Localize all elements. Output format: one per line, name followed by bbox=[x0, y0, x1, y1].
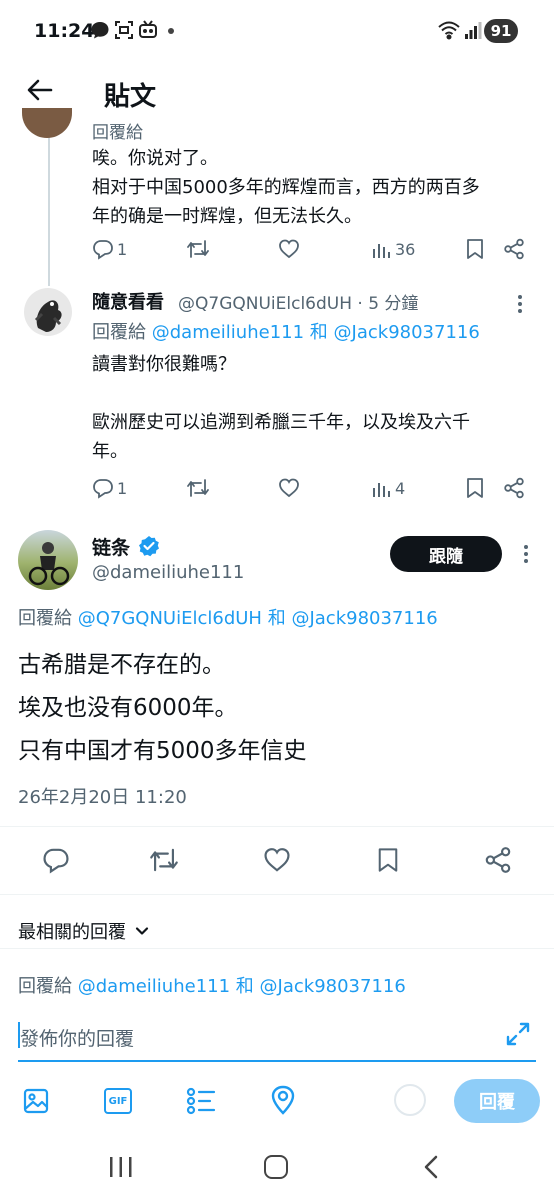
character-count-ring bbox=[394, 1084, 426, 1116]
reply-to-and: 和 bbox=[267, 608, 286, 629]
analytics-icon bbox=[370, 238, 392, 260]
share-icon[interactable] bbox=[503, 477, 525, 499]
partial-header: 回覆給 bbox=[92, 123, 143, 143]
tv-icon bbox=[138, 20, 158, 40]
analytics-icon bbox=[370, 477, 392, 499]
mention-link[interactable]: @dameiliuhe111 bbox=[152, 322, 304, 343]
expand-icon[interactable] bbox=[504, 1020, 532, 1048]
signal-icon bbox=[464, 20, 482, 40]
mention-link[interactable]: @Jack98037116 bbox=[334, 322, 480, 343]
tweet-line: 年。 bbox=[92, 441, 128, 462]
reply-to-and: 和 bbox=[309, 322, 328, 343]
tweet-line: 歐洲歷史可以追溯到希臘三千年，以及埃及六千 bbox=[92, 412, 470, 433]
tweet-line: 只有中国才有5000多年信史 bbox=[18, 738, 307, 764]
author-handle-time[interactable]: @Q7GQNUiElcl6dUH · 5 分鐘 bbox=[178, 289, 418, 314]
tweet-body: 讀書對你很難嗎？ 歐洲歷史可以追溯到希臘三千年，以及埃及六千 年。 bbox=[92, 350, 470, 466]
page-title: 貼文 bbox=[104, 82, 157, 112]
avatar[interactable] bbox=[24, 288, 72, 336]
status-time: 11:24 bbox=[34, 20, 95, 42]
retweet-icon[interactable] bbox=[148, 846, 180, 874]
battery-badge: 91 bbox=[484, 19, 518, 43]
chevron-down-icon bbox=[134, 923, 150, 939]
home-icon[interactable] bbox=[264, 1155, 288, 1179]
mention-link[interactable]: @Q7GQNUiElcl6dUH bbox=[78, 608, 262, 629]
more-vertical-icon[interactable] bbox=[516, 294, 524, 314]
message-icon bbox=[90, 20, 110, 40]
status-bar: 11:24 91 bbox=[0, 0, 554, 60]
author-name[interactable]: 链条 bbox=[92, 533, 130, 560]
reply-to-and: 和 bbox=[235, 976, 254, 997]
share-icon[interactable] bbox=[484, 846, 512, 874]
screenshot-icon bbox=[114, 20, 134, 40]
poll-icon[interactable] bbox=[186, 1087, 216, 1115]
reply-to-prefix: 回覆給 bbox=[92, 322, 146, 343]
retweet-icon[interactable] bbox=[186, 238, 210, 260]
reply-button[interactable]: 回覆 bbox=[454, 1079, 540, 1123]
composer-reply-to-line[interactable]: 回覆給 @dameiliuhe111 和 @Jack98037116 bbox=[18, 972, 406, 998]
bookmark-icon[interactable] bbox=[375, 846, 401, 874]
mention-link[interactable]: @Jack98037116 bbox=[291, 608, 437, 629]
reply-placeholder: 發佈你的回覆 bbox=[20, 1028, 135, 1050]
reply-action[interactable]: 1 bbox=[92, 238, 127, 260]
author-handle[interactable]: @dameiliuhe111 bbox=[92, 562, 244, 583]
gif-icon[interactable]: GIF bbox=[104, 1088, 132, 1114]
follow-button[interactable]: 跟隨 bbox=[390, 536, 502, 572]
tweet-line: 唉。你说对了。 bbox=[92, 148, 218, 169]
view-count: 36 bbox=[395, 239, 416, 259]
reply-to-line: 回覆給 @Q7GQNUiElcl6dUH 和 @Jack98037116 bbox=[18, 604, 438, 630]
reply-to-line: 回覆給 @dameiliuhe111 和 @Jack98037116 bbox=[92, 318, 480, 344]
retweet-icon[interactable] bbox=[186, 477, 210, 499]
like-icon[interactable] bbox=[278, 477, 300, 499]
back-arrow-icon[interactable] bbox=[26, 76, 54, 104]
main-tweet-body: 古希腊是不存在的。 埃及也没有6000年。 只有中国才有5000多年信史 bbox=[18, 644, 307, 773]
image-icon[interactable] bbox=[22, 1087, 50, 1115]
tweet-timestamp: 26年2月20日 11:20 bbox=[18, 787, 187, 808]
reply-tweet-1[interactable]: 回覆給 唉。你说对了。 相对于中国5000多年的辉煌而言，西方的两百多 年的确是… bbox=[0, 108, 554, 278]
tweet-line: 埃及也没有6000年。 bbox=[18, 695, 238, 721]
avatar[interactable] bbox=[22, 108, 72, 138]
reply-count: 1 bbox=[117, 239, 128, 259]
recent-apps-icon[interactable] bbox=[108, 1156, 134, 1178]
tweet-line: 讀書對你很難嗎？ bbox=[92, 354, 236, 375]
tweet-line: 古希腊是不存在的。 bbox=[18, 652, 225, 678]
reply-tweet-2[interactable]: 隨意看看 @Q7GQNUiElcl6dUH · 5 分鐘 回覆給 @dameil… bbox=[0, 278, 554, 510]
divider bbox=[0, 948, 554, 949]
reply-to-prefix: 回覆給 bbox=[18, 976, 72, 997]
reply-action[interactable]: 1 bbox=[92, 477, 127, 499]
bookmark-icon[interactable] bbox=[464, 477, 486, 499]
verified-badge-icon bbox=[138, 535, 160, 557]
tweet-line: 相对于中国5000多年的辉煌而言，西方的两百多 bbox=[92, 177, 480, 198]
wifi-icon bbox=[438, 20, 460, 40]
tweet-body: 唉。你说对了。 相对于中国5000多年的辉煌而言，西方的两百多 年的确是一时辉煌… bbox=[92, 144, 480, 231]
reply-icon bbox=[92, 477, 114, 499]
sort-label: 最相關的回覆 bbox=[18, 922, 126, 943]
top-bar: 貼文 bbox=[0, 60, 554, 128]
divider bbox=[0, 894, 554, 895]
bookmark-icon[interactable] bbox=[464, 238, 486, 260]
views-action[interactable]: 4 bbox=[370, 477, 405, 499]
author-name[interactable]: 隨意看看 bbox=[92, 288, 164, 314]
notification-dot-icon bbox=[168, 28, 174, 34]
views-action[interactable]: 36 bbox=[370, 238, 415, 260]
like-icon[interactable] bbox=[278, 238, 300, 260]
reply-to-prefix: 回覆給 bbox=[18, 608, 72, 629]
sort-dropdown[interactable]: 最相關的回覆 bbox=[18, 918, 150, 944]
view-count: 4 bbox=[395, 478, 406, 498]
reply-input[interactable]: 發佈你的回覆 bbox=[18, 1016, 536, 1062]
avatar[interactable] bbox=[18, 530, 78, 590]
reply-icon bbox=[92, 238, 114, 260]
location-pin-icon[interactable] bbox=[270, 1085, 296, 1115]
reply-icon[interactable] bbox=[42, 846, 70, 874]
mention-link[interactable]: @dameiliuhe111 bbox=[78, 976, 230, 997]
mention-link[interactable]: @Jack98037116 bbox=[260, 976, 406, 997]
more-vertical-icon[interactable] bbox=[522, 544, 530, 564]
tweet-line bbox=[92, 379, 470, 408]
divider bbox=[0, 826, 554, 827]
reply-count: 1 bbox=[117, 478, 128, 498]
back-nav-icon[interactable] bbox=[422, 1155, 440, 1179]
tweet-line: 年的确是一时辉煌，但无法长久。 bbox=[92, 206, 362, 227]
share-icon[interactable] bbox=[503, 238, 525, 260]
like-icon[interactable] bbox=[262, 846, 292, 874]
